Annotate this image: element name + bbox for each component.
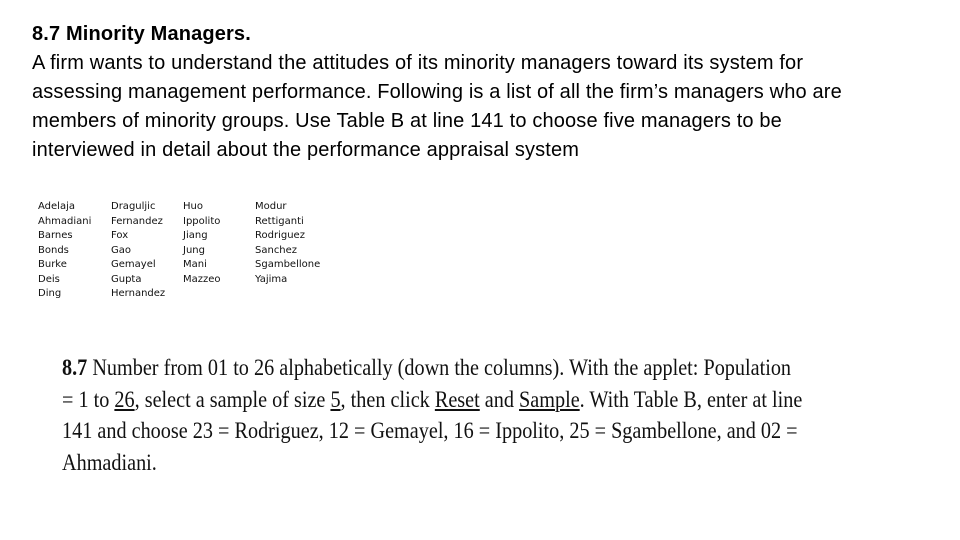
problem-body-line: members of minority groups. Use Table B … <box>32 110 782 132</box>
sample-label: Sample <box>519 386 580 413</box>
answer-line: = 1 to 26, select a sample of size 5, th… <box>62 385 905 417</box>
answer-line: 8.7 Number from 01 to 26 alphabetically … <box>62 353 905 385</box>
roster-column: Adelaja Ahmadiani Barnes Bonds Burke Dei… <box>38 200 91 302</box>
manager-name: Draguljic <box>111 201 156 212</box>
problem-body-line: interviewed in detail about the performa… <box>32 139 580 161</box>
answer-solution: 8.7 Number from 01 to 26 alphabetically … <box>62 353 905 479</box>
answer-line: 141 and choose 23 = Rodriguez, 12 = Gema… <box>62 418 798 444</box>
problem-statement: 8.7 Minority Managers. A firm wants to u… <box>32 20 932 165</box>
manager-name: Burke <box>38 259 67 270</box>
manager-name: Sgambellone <box>255 259 321 270</box>
manager-name: Huo <box>183 201 203 212</box>
answer-line: Ahmadiani. <box>62 449 157 476</box>
manager-name: Sanchez <box>255 244 298 256</box>
manager-name: Adelaja <box>38 201 75 212</box>
manager-name: Ippolito <box>183 215 221 227</box>
roster-column: Modur Rettiganti Rodriguez Sanchez Sgamb… <box>255 200 320 287</box>
manager-name: Fox <box>111 230 129 241</box>
problem-title: 8.7 Minority Managers. <box>32 23 251 45</box>
manager-name: Modur <box>255 201 287 212</box>
sample-size-value: 5 <box>330 386 341 413</box>
manager-name: Barnes <box>38 230 73 241</box>
population-value: 26 <box>114 386 135 413</box>
answer-text: Number from 01 to 26 alphabetically (dow… <box>87 355 792 381</box>
answer-number: 8.7 <box>62 355 88 381</box>
manager-name: Gao <box>111 244 131 256</box>
answer-text: and <box>479 386 520 413</box>
roster-column: Huo Ippolito Jiang Jung Mani Mazzeo <box>183 200 221 287</box>
manager-name: Jung <box>183 244 205 256</box>
manager-name: Jiang <box>183 230 208 241</box>
manager-name: Gupta <box>111 273 142 285</box>
answer-text: , then click <box>340 386 435 413</box>
manager-name: Ahmadiani <box>38 215 92 227</box>
manager-name: Bonds <box>38 244 69 256</box>
answer-text: . With Table B, enter at line <box>579 386 803 413</box>
manager-name: Gemayel <box>111 259 156 270</box>
answer-text: , select a sample of size <box>134 386 331 413</box>
problem-body-line: assessing management performance. Follow… <box>32 81 842 103</box>
manager-name: Deis <box>38 273 60 285</box>
manager-name: Mani <box>183 259 207 270</box>
manager-name: Ding <box>38 288 62 299</box>
manager-name: Rettiganti <box>255 215 304 227</box>
roster-column: Draguljic Fernandez Fox Gao Gemayel Gupt… <box>111 200 165 302</box>
answer-text: = 1 to <box>62 386 115 413</box>
manager-name: Fernandez <box>111 215 163 227</box>
manager-name: Yajima <box>255 273 288 285</box>
reset-label: Reset <box>434 386 480 413</box>
manager-name: Mazzeo <box>183 273 221 285</box>
problem-body-line: A firm wants to understand the attitudes… <box>32 52 804 74</box>
manager-name: Hernandez <box>111 288 166 299</box>
manager-name: Rodriguez <box>255 230 305 241</box>
